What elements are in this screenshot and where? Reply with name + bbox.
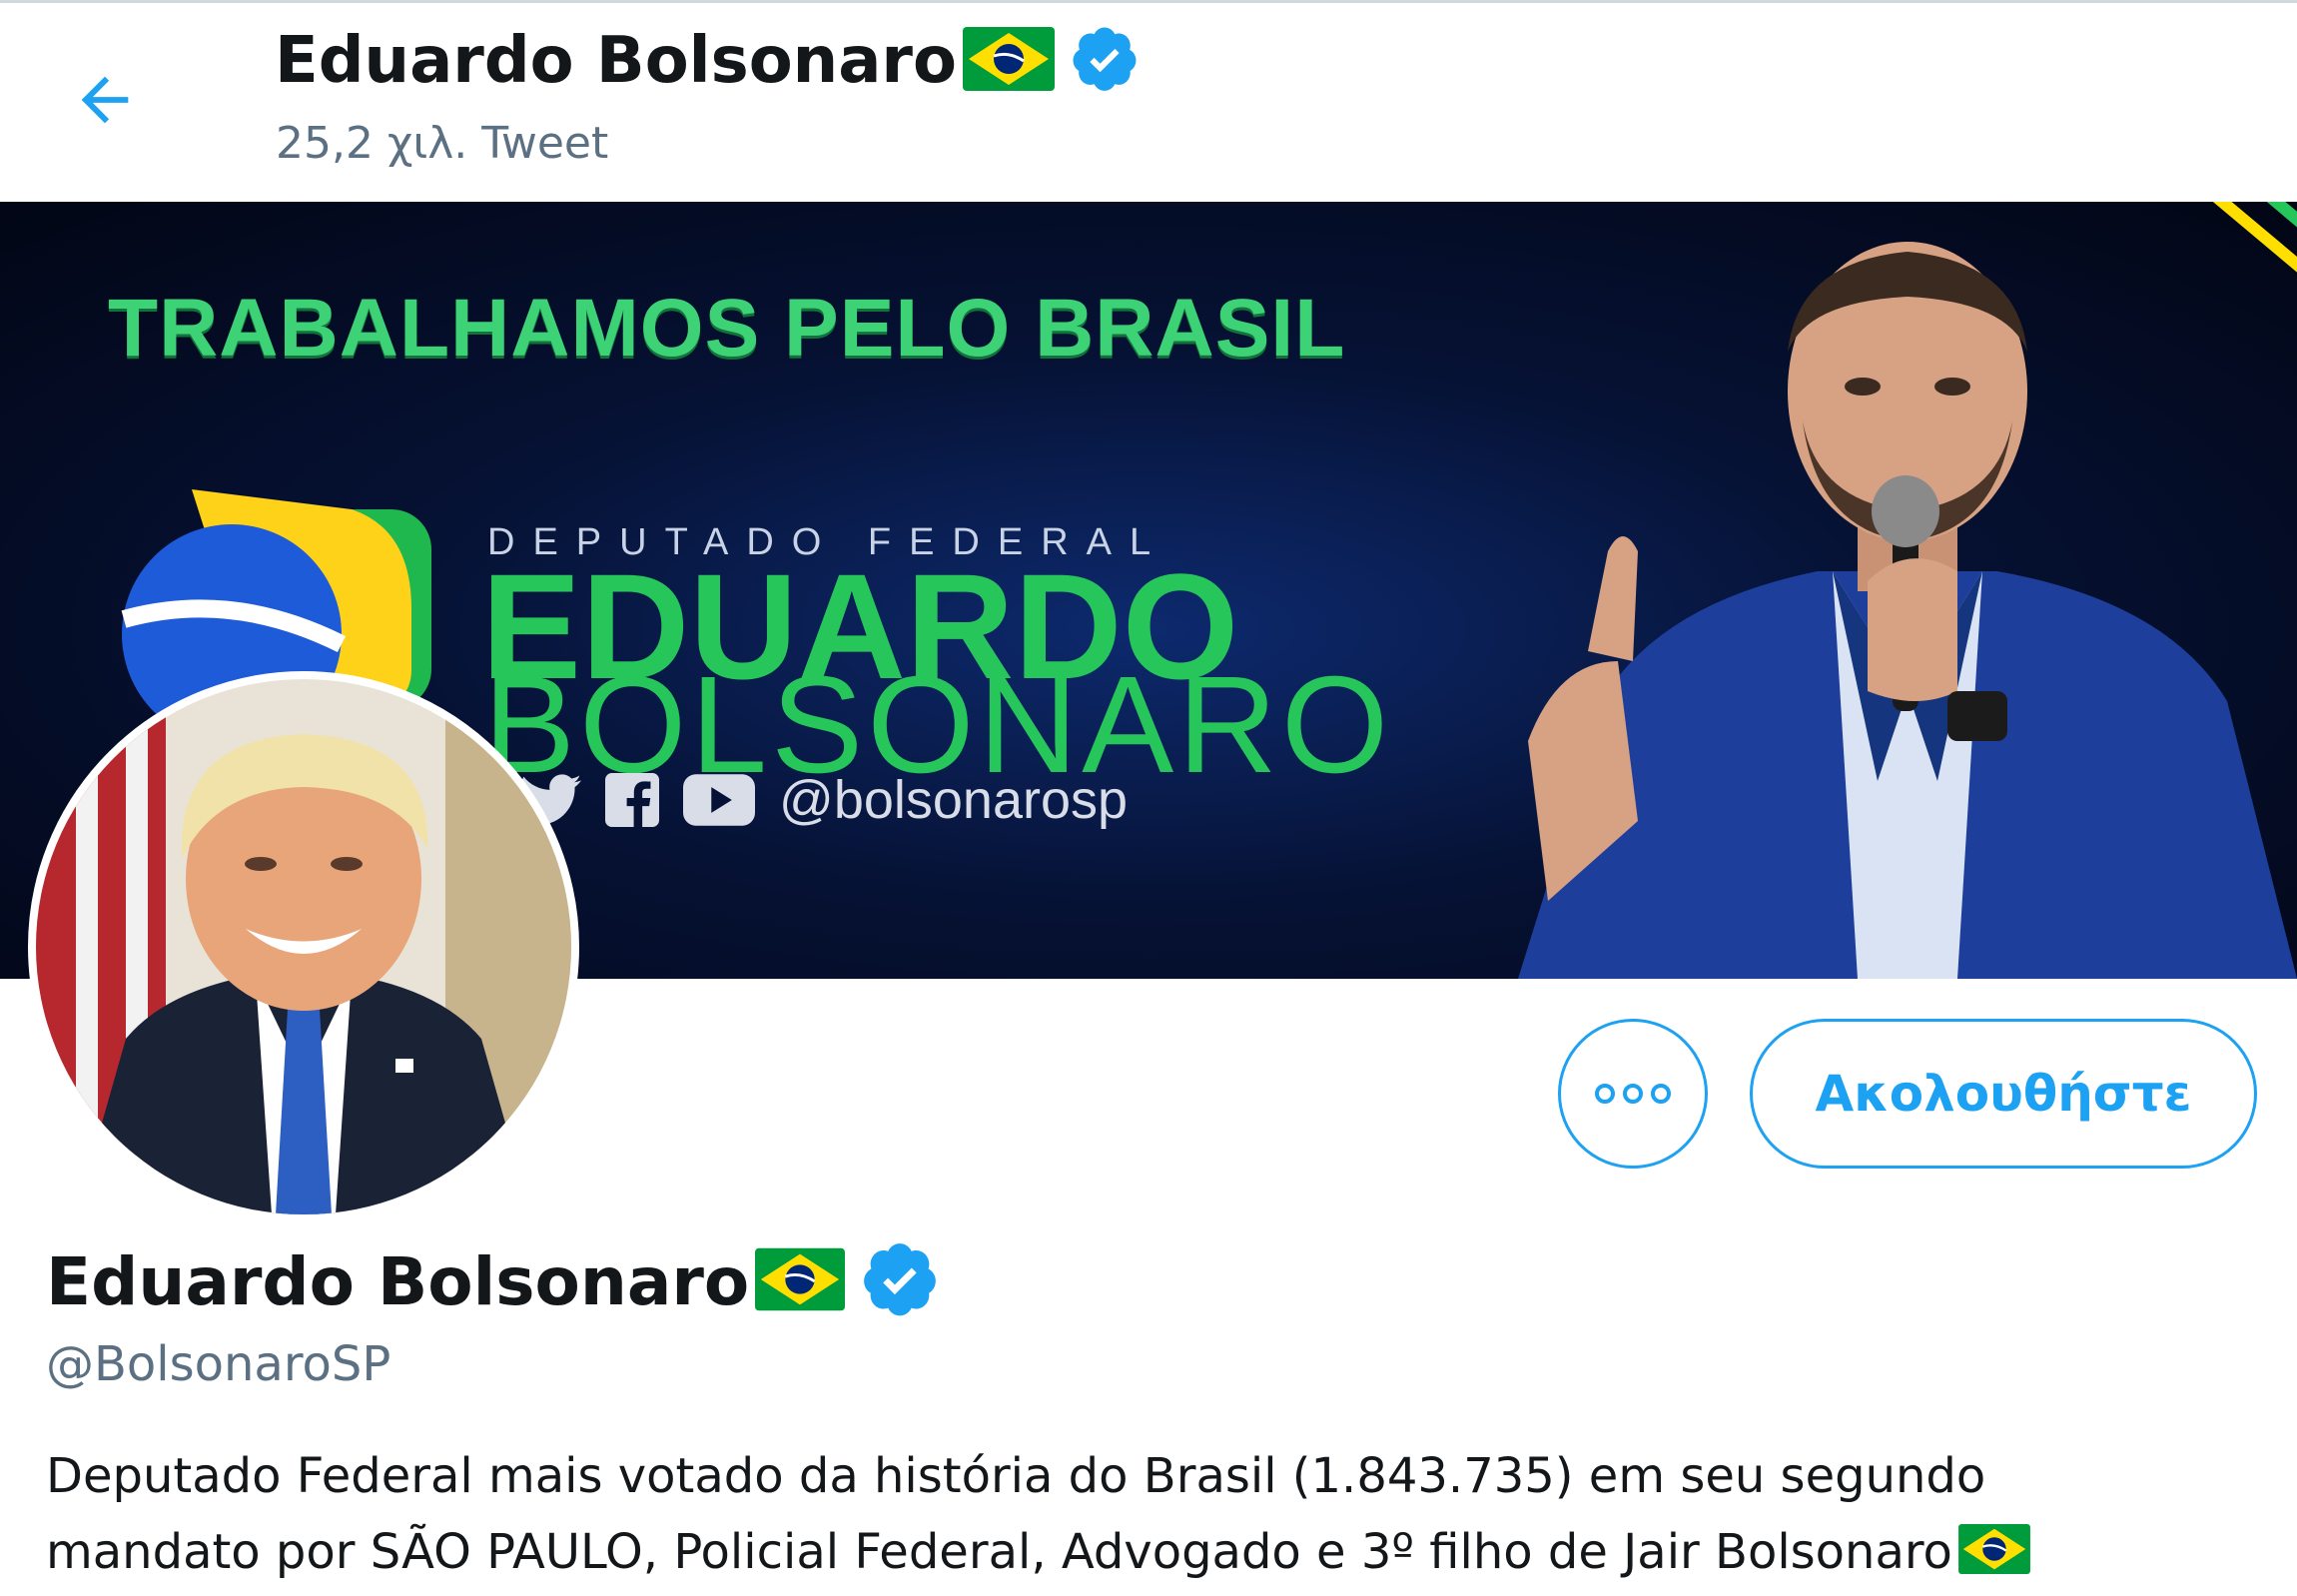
back-arrow-icon: [81, 76, 129, 124]
brazil-flag-icon: [1957, 1520, 2030, 1596]
bio-line-with-flag: mandato por SÃO PAULO, Policial Federal,…: [46, 1514, 2253, 1596]
header-title-row: Eduardo Bolsonaro: [275, 23, 1141, 99]
profile-header-bar: Eduardo Bolsonaro 25,2 χιλ. Tweet: [0, 0, 2297, 203]
brazil-flag-icon: [962, 27, 1055, 95]
profile-name: Eduardo Bolsonaro: [46, 1242, 750, 1320]
youtube-icon: [683, 774, 755, 826]
profile-avatar[interactable]: [28, 671, 579, 1222]
profile-bio: Deputado Federal mais votado da história…: [46, 1438, 2253, 1596]
profile-handle: @BolsonaroSP: [46, 1336, 391, 1392]
back-button[interactable]: [62, 57, 148, 143]
facebook-icon: [605, 773, 659, 827]
profile-name-row: Eduardo Bolsonaro: [46, 1238, 941, 1324]
brazil-flag-icon: [755, 1247, 846, 1315]
verified-badge-icon: [859, 1238, 941, 1324]
more-options-button[interactable]: [1558, 1019, 1708, 1169]
avatar-photo: [36, 679, 571, 1214]
bio-line: Deputado Federal mais votado da história…: [46, 1448, 1986, 1504]
banner-headline: TRABALHAMOS PELO BRASIL: [108, 283, 1346, 374]
header-title: Eduardo Bolsonaro: [275, 24, 957, 98]
tweet-count: 25,2 χιλ. Tweet: [276, 118, 609, 169]
banner-social-row: @bolsonarosp: [519, 769, 1128, 831]
banner-social-handle: @bolsonarosp: [779, 770, 1129, 830]
follow-button[interactable]: Ακολουθήστε: [1750, 1019, 2257, 1169]
more-options-icon: [1595, 1084, 1671, 1104]
banner-person-photo: [1518, 242, 2297, 979]
bio-line: mandato por SÃO PAULO, Policial Federal,…: [46, 1524, 1952, 1580]
verified-badge-icon: [1069, 23, 1141, 99]
